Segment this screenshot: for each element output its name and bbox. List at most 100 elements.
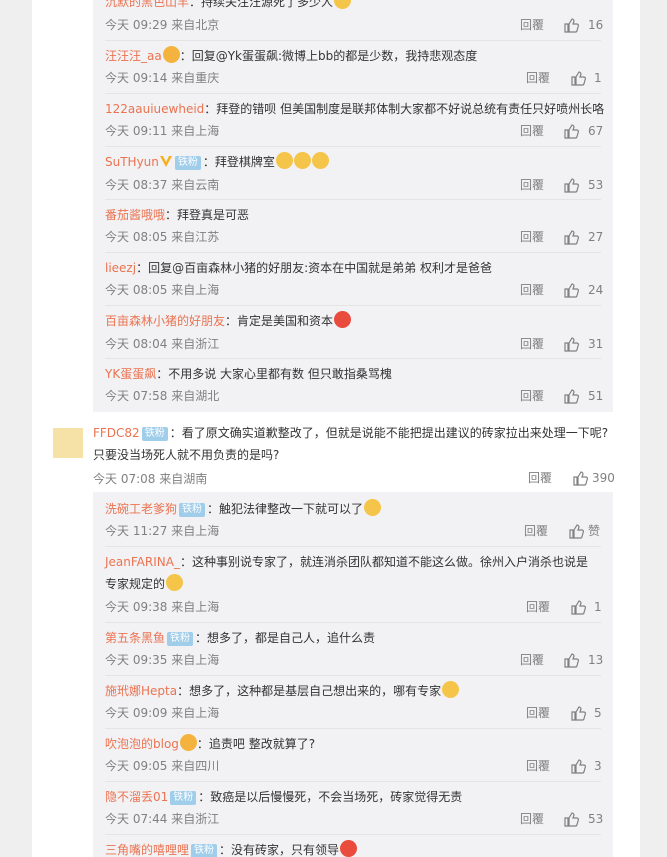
like-count: 16 xyxy=(588,18,604,32)
reply-username[interactable]: 汪汪汪_aa xyxy=(105,49,162,63)
thumbs-up-icon[interactable] xyxy=(563,177,579,193)
thumbs-up-icon[interactable] xyxy=(563,123,579,139)
thumbs-up-icon[interactable] xyxy=(563,282,579,298)
fan-badge: 铁粉 xyxy=(170,791,197,805)
reply-text-line2: 专家规定的 xyxy=(105,577,166,591)
like-count: 53 xyxy=(588,812,604,826)
reply-meta: 今天 09:29 来自北京 xyxy=(105,18,220,32)
divider xyxy=(105,146,601,147)
reply-username[interactable]: 百亩森林小猪的好朋友 xyxy=(105,314,225,328)
reply-text: ：回复@百亩森林小猪的好朋友:资本在中国就是弟弟 权利才是爸爸 xyxy=(136,261,492,275)
divider xyxy=(105,305,601,306)
like-count: 1 xyxy=(594,71,602,85)
reply-button[interactable]: 回覆 xyxy=(526,757,550,775)
divider xyxy=(105,622,601,623)
reply-meta: 今天 09:09 来自上海 xyxy=(105,706,220,720)
reply-button[interactable]: 回覆 xyxy=(524,522,548,540)
grin-emoji-icon xyxy=(334,0,352,9)
reply-button[interactable]: 回覆 xyxy=(520,387,544,405)
reply-username[interactable]: JeanFARINA_ xyxy=(105,555,180,569)
reply-text: ：想多了，都是自己人，追什么责 xyxy=(195,631,376,645)
reply-username[interactable]: 洗碗工老爹狗 xyxy=(105,502,177,516)
like-label[interactable]: 赞 xyxy=(588,522,600,540)
fan-badge: 铁粉 xyxy=(141,427,168,441)
reply-button[interactable]: 回覆 xyxy=(520,122,544,140)
verified-v-icon xyxy=(159,156,172,167)
divider xyxy=(105,728,601,729)
thumbs-up-icon[interactable] xyxy=(563,336,579,352)
reply-username[interactable]: 沉默的黑色山羊 xyxy=(105,0,189,9)
like-count: 53 xyxy=(588,178,604,192)
reply-text: ：致癌是以后慢慢死，不会当场死，砖家觉得无责 xyxy=(198,790,463,804)
reply-button[interactable]: 回覆 xyxy=(520,651,544,669)
reply-button[interactable]: 回覆 xyxy=(520,810,544,828)
avatar[interactable] xyxy=(53,428,83,458)
vip-icon xyxy=(162,46,180,63)
reply-button[interactable]: 回覆 xyxy=(520,176,544,194)
reply-meta: 今天 08:05 来自上海 xyxy=(105,283,220,297)
reply-username[interactable]: 施玳娜Hepta xyxy=(105,684,177,698)
like-count: 67 xyxy=(588,124,604,138)
thumbs-up-icon[interactable] xyxy=(568,523,584,539)
thumbs-up-icon[interactable] xyxy=(563,652,579,668)
reply-button[interactable]: 回覆 xyxy=(526,704,550,722)
fan-badge: 铁粉 xyxy=(174,156,201,170)
reply-text: ：这种事别说专家了，就连消杀团队都知道不能这么做。徐州入户消杀也说是 xyxy=(179,555,588,569)
reply-username[interactable]: lieezj xyxy=(105,261,136,275)
reply-button[interactable]: 回覆 xyxy=(520,281,544,299)
reply-text: ：拜登真是可恶 xyxy=(165,208,250,222)
divider xyxy=(105,40,601,41)
divider xyxy=(105,93,601,94)
like-count: 13 xyxy=(588,653,604,667)
reply-meta: 今天 08:37 来自云南 xyxy=(105,178,220,192)
reply-username[interactable]: 三角嘴的嘻哩哩 xyxy=(105,843,189,857)
fan-badge: 铁粉 xyxy=(191,844,218,857)
like-count: 24 xyxy=(588,283,604,297)
thumbs-up-icon[interactable] xyxy=(563,17,579,33)
reply-button[interactable]: 回覆 xyxy=(520,335,544,353)
thumbs-up-icon[interactable] xyxy=(563,229,579,245)
reply-username[interactable]: 番茄酱哦哦 xyxy=(105,208,165,222)
thumbs-up-icon[interactable] xyxy=(570,70,586,86)
thumbs-up-icon[interactable] xyxy=(570,758,586,774)
reply-username[interactable]: YK蛋蛋飙 xyxy=(105,367,156,381)
shocked-emoji-icon xyxy=(293,152,311,169)
reply-meta: 今天 07:44 来自浙江 xyxy=(105,812,220,826)
reply-text: ：回复@Yk蛋蛋飙:微博上bb的都是少数，我持悲观态度 xyxy=(179,49,478,63)
reply-text: ：肯定是美国和资本 xyxy=(225,314,334,328)
comment-username[interactable]: FFDC82 xyxy=(93,426,140,440)
thumbs-up-icon[interactable] xyxy=(570,599,586,615)
reply-username[interactable]: 第五条黑鱼 xyxy=(105,631,165,645)
like-count: 51 xyxy=(588,389,604,403)
shocked-emoji-icon xyxy=(275,152,293,169)
reply-meta: 今天 09:14 来自重庆 xyxy=(105,71,220,85)
like-count: 31 xyxy=(588,337,604,351)
reply-text: ：不用多说 大家心里都有数 但只敢指桑骂槐 xyxy=(156,367,392,381)
reply-text: ：想多了，这种都是基层自己想出来的，哪有专家 xyxy=(177,684,442,698)
reply-text: ：持续关注汪源死了多少人 xyxy=(189,0,334,9)
reply-username[interactable]: 隐不溜丢01 xyxy=(105,790,168,804)
thumbs-up-icon[interactable] xyxy=(563,388,579,404)
reply-button[interactable]: 回覆 xyxy=(520,16,544,34)
angry-emoji-icon xyxy=(334,311,352,328)
reply-username[interactable]: 122aauiuewheid xyxy=(105,102,204,116)
reply-button[interactable]: 回覆 xyxy=(520,228,544,246)
reply-button[interactable]: 回覆 xyxy=(526,69,550,87)
laughing-cry-emoji-icon xyxy=(442,681,460,698)
divider xyxy=(105,546,601,547)
thumbs-up-icon[interactable] xyxy=(572,470,588,486)
thumbs-up-icon[interactable] xyxy=(570,705,586,721)
divider xyxy=(105,358,601,359)
reply-username[interactable]: SuTHyun xyxy=(105,155,159,169)
fan-badge: 铁粉 xyxy=(167,632,194,646)
fan-badge: 铁粉 xyxy=(179,503,206,517)
divider xyxy=(105,675,601,676)
angry-emoji-icon xyxy=(340,840,358,857)
divider xyxy=(105,199,601,200)
thumbs-up-icon[interactable] xyxy=(563,811,579,827)
like-count: 3 xyxy=(594,759,602,773)
like-count: 390 xyxy=(592,471,615,485)
reply-username[interactable]: 吹泡泡的blog xyxy=(105,737,179,751)
reply-button[interactable]: 回覆 xyxy=(528,469,552,487)
reply-button[interactable]: 回覆 xyxy=(526,598,550,616)
